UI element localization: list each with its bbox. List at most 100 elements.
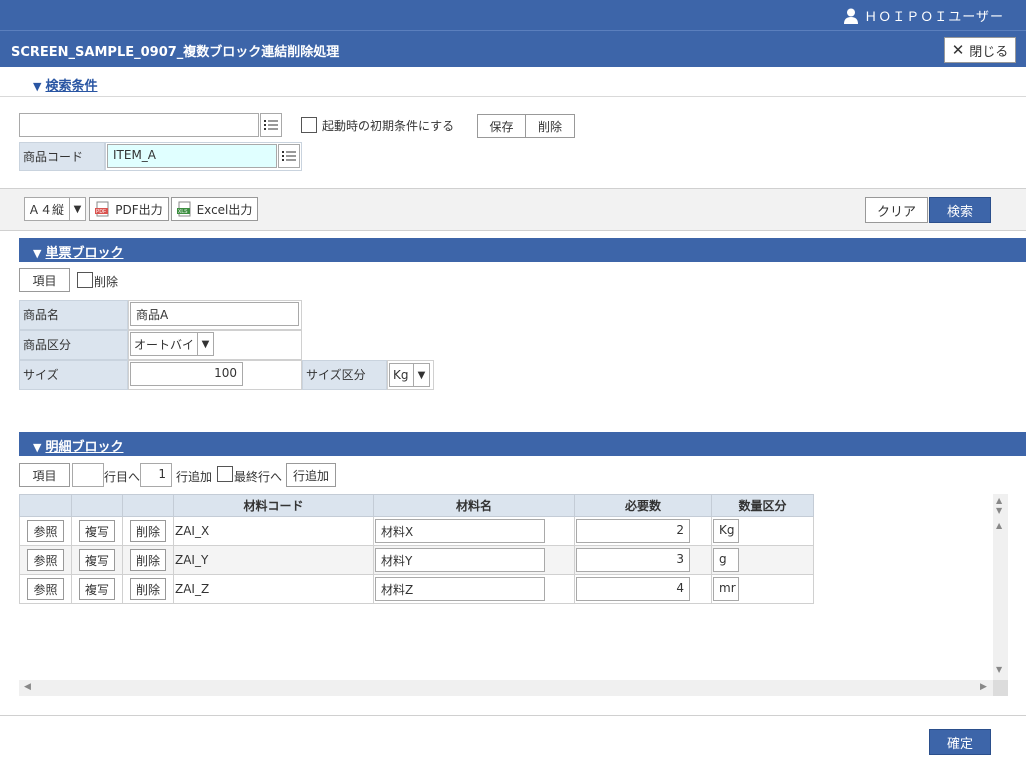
default-condition-checkbox[interactable] bbox=[301, 117, 317, 133]
detail-grid-wrapper: 材料コード 材料名 必要数 数量区分 参照 複写 削除 ZAI_X 材料X 2 … bbox=[19, 494, 814, 604]
paper-size-select[interactable]: Ａ４縦 ▼ bbox=[24, 197, 86, 221]
single-item-button[interactable]: 項目 bbox=[19, 268, 70, 292]
clear-button[interactable]: クリア bbox=[865, 197, 928, 223]
detail-grid: 材料コード 材料名 必要数 数量区分 参照 複写 削除 ZAI_X 材料X 2 … bbox=[19, 494, 814, 604]
single-block-header[interactable]: ▼ 単票ブロック bbox=[19, 238, 1026, 262]
single-delete-label: 削除 bbox=[94, 275, 119, 289]
qty-input[interactable]: 2 bbox=[576, 519, 690, 543]
product-code-input[interactable]: ITEM_A bbox=[107, 144, 277, 168]
footer-divider bbox=[0, 715, 1026, 716]
ref-button[interactable]: 参照 bbox=[27, 549, 64, 571]
size-input[interactable]: 100 bbox=[130, 362, 243, 386]
qty-cell: 4 bbox=[574, 574, 712, 604]
confirm-button[interactable]: 確定 bbox=[929, 729, 991, 755]
single-delete-checkbox[interactable] bbox=[77, 272, 93, 288]
size-label: サイズ bbox=[19, 360, 128, 390]
add-count-input[interactable]: 1 bbox=[140, 463, 172, 487]
page-title: SCREEN_SAMPLE_0907_複数ブロック連結削除処理 bbox=[11, 45, 340, 60]
horizontal-scrollbar[interactable]: ◀ ▶ bbox=[19, 680, 993, 696]
ref-button[interactable]: 参照 bbox=[27, 520, 64, 542]
copy-cell: 複写 bbox=[71, 545, 123, 575]
unit-cell: Kg bbox=[711, 516, 814, 546]
ref-cell: 参照 bbox=[19, 574, 72, 604]
search-button[interactable]: 検索 bbox=[929, 197, 991, 223]
copy-cell: 複写 bbox=[71, 574, 123, 604]
vertical-scrollbar[interactable]: ▲ ▼ ▲ ▼ bbox=[993, 494, 1008, 680]
qty-input[interactable]: 3 bbox=[576, 548, 690, 572]
excel-export-label: Excel出力 bbox=[196, 202, 253, 217]
delete-cell: 削除 bbox=[122, 545, 174, 575]
user-name: ＨＯＩＰＯＩユーザー bbox=[864, 10, 1004, 25]
detail-item-button[interactable]: 項目 bbox=[19, 463, 70, 487]
qty-input[interactable]: 4 bbox=[576, 577, 690, 601]
user-info[interactable]: ＨＯＩＰＯＩユーザー bbox=[844, 6, 1004, 25]
delete-cell: 削除 bbox=[122, 574, 174, 604]
detail-block-header[interactable]: ▼ 明細ブロック bbox=[19, 432, 1026, 456]
grid-header-name: 材料名 bbox=[373, 494, 575, 517]
scrollbar-corner bbox=[993, 680, 1008, 696]
grid-header-row: 材料コード 材料名 必要数 数量区分 bbox=[19, 494, 814, 517]
unit-cell: mr bbox=[711, 574, 814, 604]
last-row-label: 最終行へ bbox=[234, 470, 283, 484]
pdf-icon: PDF bbox=[95, 201, 109, 217]
scroll-up-icon: ▲ bbox=[996, 521, 1003, 530]
code-cell: ZAI_Z bbox=[173, 574, 374, 604]
name-cell: 材料X bbox=[373, 516, 575, 546]
product-name-input[interactable]: 商品A bbox=[130, 302, 299, 326]
table-row: 参照 複写 削除 ZAI_Y 材料Y 3 g bbox=[19, 545, 814, 575]
close-button[interactable]: ✕ 閉じる bbox=[944, 37, 1016, 63]
search-section-toggle[interactable]: ▼ 検索条件 bbox=[33, 75, 97, 94]
pdf-export-button[interactable]: PDF PDF出力 bbox=[89, 197, 169, 221]
copy-cell: 複写 bbox=[71, 516, 123, 546]
ref-button[interactable]: 参照 bbox=[27, 578, 64, 600]
condition-name-input[interactable] bbox=[19, 113, 259, 137]
grid-header-delete bbox=[122, 494, 174, 517]
list-icon bbox=[282, 151, 296, 161]
collapse-triangle-icon: ▼ bbox=[33, 247, 42, 260]
size-unit-value: Kg bbox=[393, 368, 409, 382]
scroll-down-icon: ▼ bbox=[996, 665, 1003, 674]
grid-header-code: 材料コード bbox=[173, 494, 374, 517]
name-cell: 材料Y bbox=[373, 545, 575, 575]
user-icon bbox=[844, 8, 859, 24]
chevron-down-icon: ▼ bbox=[69, 198, 85, 220]
unit-input[interactable]: g bbox=[713, 548, 739, 572]
material-name-input[interactable]: 材料X bbox=[375, 519, 545, 543]
detail-block-title: 明細ブロック bbox=[45, 440, 124, 455]
delete-condition-button[interactable]: 削除 bbox=[525, 114, 575, 138]
scroll-up-icon: ▲ bbox=[996, 496, 1003, 505]
scroll-down-icon: ▼ bbox=[996, 506, 1003, 515]
unit-input[interactable]: Kg bbox=[713, 519, 739, 543]
qty-cell: 3 bbox=[574, 545, 712, 575]
close-icon: ✕ bbox=[951, 41, 965, 59]
product-code-label: 商品コード bbox=[19, 142, 105, 171]
excel-export-button[interactable]: XLS Excel出力 bbox=[171, 197, 258, 221]
ref-cell: 参照 bbox=[19, 516, 72, 546]
size-unit-select[interactable]: Kg ▼ bbox=[389, 363, 430, 387]
product-code-list-button[interactable] bbox=[278, 144, 300, 168]
ref-cell: 参照 bbox=[19, 545, 72, 575]
code-cell: ZAI_X bbox=[173, 516, 374, 546]
delete-row-button[interactable]: 削除 bbox=[129, 549, 166, 571]
add-row-button[interactable]: 行追加 bbox=[286, 463, 336, 487]
product-name-label: 商品名 bbox=[19, 300, 128, 330]
table-row: 参照 複写 削除 ZAI_Z 材料Z 4 mr bbox=[19, 574, 814, 604]
product-type-select[interactable]: オートバイ ▼ bbox=[130, 332, 214, 356]
condition-list-button[interactable] bbox=[260, 113, 282, 137]
material-name-input[interactable]: 材料Y bbox=[375, 548, 545, 572]
material-name-input[interactable]: 材料Z bbox=[375, 577, 545, 601]
row-to-input[interactable] bbox=[72, 463, 104, 487]
unit-cell: g bbox=[711, 545, 814, 575]
chevron-down-icon: ▼ bbox=[413, 364, 429, 386]
delete-row-button[interactable]: 削除 bbox=[129, 578, 166, 600]
paper-size-value: Ａ４縦 bbox=[28, 202, 65, 217]
search-section-label: 検索条件 bbox=[45, 79, 98, 94]
save-condition-button[interactable]: 保存 bbox=[477, 114, 526, 138]
last-row-checkbox[interactable] bbox=[217, 466, 233, 482]
unit-input[interactable]: mr bbox=[713, 577, 739, 601]
copy-button[interactable]: 複写 bbox=[78, 578, 115, 600]
copy-button[interactable]: 複写 bbox=[78, 520, 115, 542]
delete-row-button[interactable]: 削除 bbox=[129, 520, 166, 542]
product-type-value: オートバイ bbox=[134, 337, 195, 352]
copy-button[interactable]: 複写 bbox=[78, 549, 115, 571]
